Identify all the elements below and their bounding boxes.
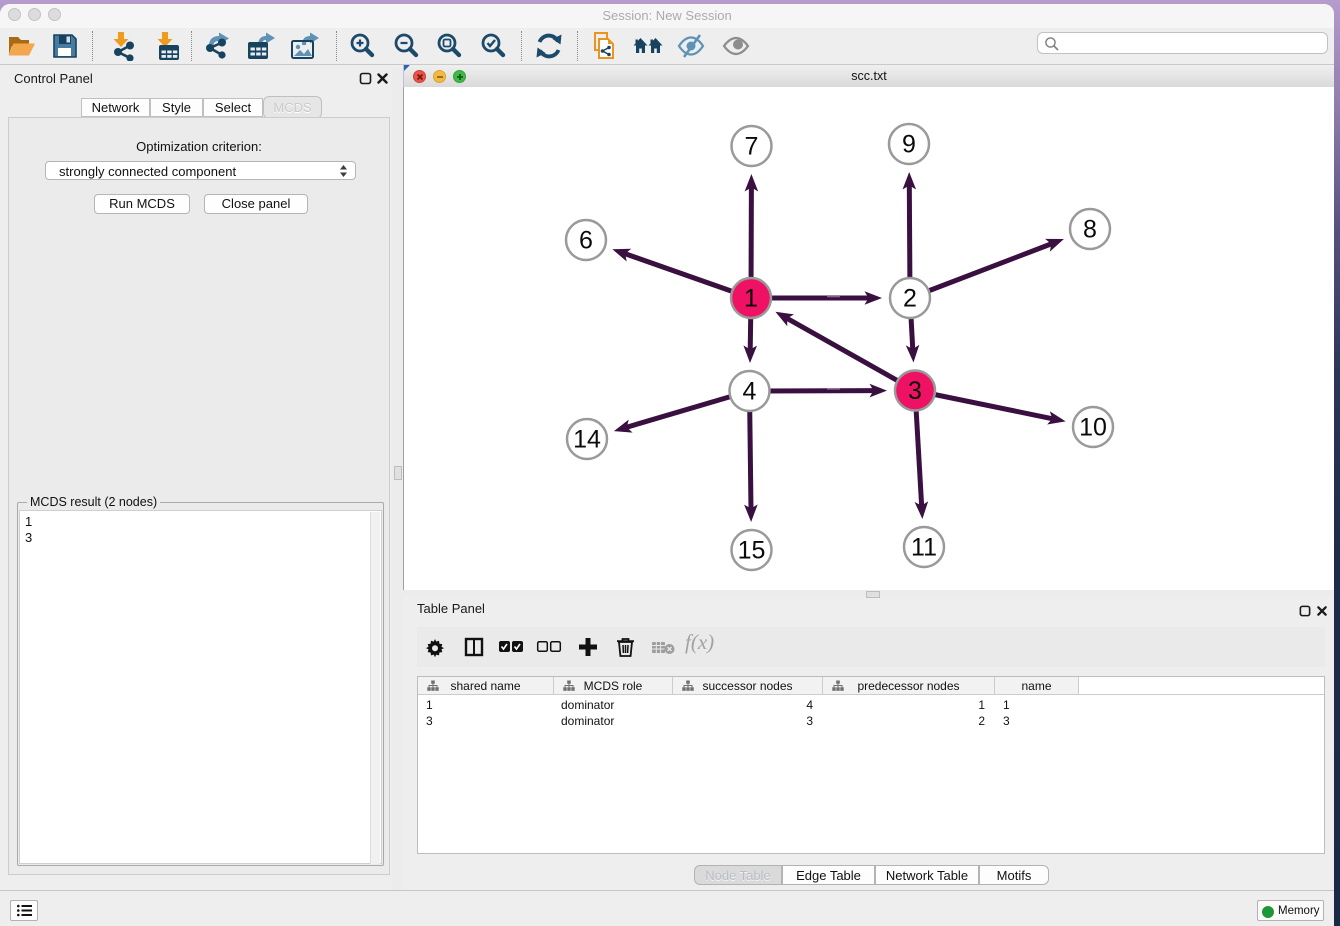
svg-text:15: 15 [738,537,766,565]
svg-text:9: 9 [902,131,916,159]
svg-text:3: 3 [908,377,922,405]
svg-text:7: 7 [745,133,759,161]
svg-text:11: 11 [911,534,937,562]
svg-text:8: 8 [1083,216,1097,244]
svg-text:4: 4 [743,378,757,406]
svg-text:14: 14 [573,426,601,454]
svg-text:10: 10 [1079,414,1107,442]
svg-text:2: 2 [903,285,917,313]
svg-text:6: 6 [579,227,593,255]
svg-text:1: 1 [744,285,758,313]
